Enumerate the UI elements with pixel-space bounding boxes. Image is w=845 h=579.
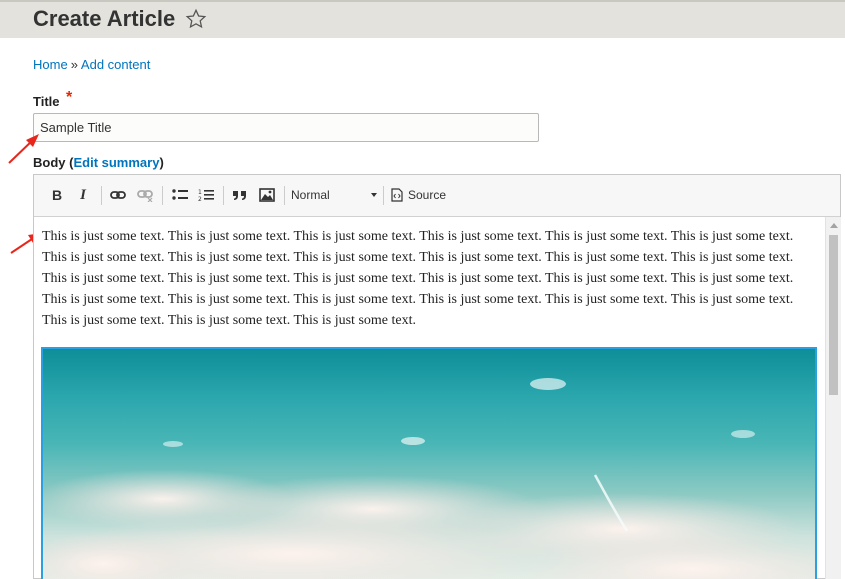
bulleted-list-icon	[172, 189, 188, 200]
title-input[interactable]	[33, 113, 539, 142]
toolbar-divider	[383, 186, 384, 205]
blockquote-button[interactable]	[230, 183, 250, 207]
source-button[interactable]: Source	[391, 183, 446, 207]
link-icon	[110, 191, 126, 199]
body-label-text: Body	[33, 155, 66, 170]
chevron-down-icon	[371, 193, 377, 197]
toolbar-divider	[284, 186, 285, 205]
breadcrumb-home-link[interactable]: Home	[33, 57, 68, 72]
source-icon	[391, 188, 403, 202]
source-label: Source	[408, 188, 447, 202]
unlink-button[interactable]	[135, 183, 155, 207]
required-marker: *	[66, 89, 73, 106]
body-label: Body (Edit summary)	[33, 155, 164, 170]
bold-button[interactable]: B	[48, 183, 66, 207]
page-title: Create Article	[33, 6, 176, 31]
italic-icon: I	[80, 186, 86, 203]
edit-summary-link[interactable]: Edit summary	[73, 155, 159, 170]
breadcrumb: Home» Add content	[33, 57, 150, 72]
toolbar-divider	[162, 186, 163, 205]
format-select[interactable]: Normal	[291, 183, 381, 207]
numbered-list-button[interactable]: 1 2	[196, 183, 216, 207]
editor-toolbar: B I 1 2 Normal Source	[34, 175, 840, 217]
format-select-value: Normal	[291, 188, 330, 202]
page-header: Create Article	[0, 0, 845, 38]
editor-scrollbar[interactable]	[825, 217, 841, 579]
italic-button[interactable]: I	[74, 183, 92, 207]
toolbar-divider	[223, 186, 224, 205]
blockquote-icon	[233, 191, 246, 200]
sky-clouds-image	[43, 378, 815, 579]
star-outline-icon[interactable]	[185, 8, 207, 30]
svg-text:1: 1	[198, 189, 202, 196]
title-label: Title	[33, 94, 60, 109]
editor-content-area[interactable]: This is just some text. This is just som…	[34, 217, 825, 579]
toolbar-divider	[101, 186, 102, 205]
breadcrumb-separator: »	[70, 57, 78, 72]
body-close-paren: )	[159, 155, 164, 170]
body-editor: B I 1 2 Normal Source This is just some …	[33, 174, 841, 579]
body-text[interactable]: This is just some text. This is just som…	[42, 226, 812, 331]
scroll-up-icon[interactable]	[830, 223, 838, 228]
image-icon	[259, 188, 275, 202]
embedded-sky-image[interactable]	[41, 347, 817, 579]
bold-icon: B	[51, 187, 63, 203]
link-button[interactable]	[108, 183, 128, 207]
scrollbar-thumb[interactable]	[829, 235, 838, 395]
image-button[interactable]	[257, 183, 277, 207]
svg-text:2: 2	[198, 196, 202, 202]
numbered-list-icon: 1 2	[198, 189, 214, 202]
breadcrumb-add-content-link[interactable]: Add content	[81, 57, 150, 72]
unlink-icon	[137, 190, 153, 202]
bulleted-list-button[interactable]	[170, 183, 190, 207]
